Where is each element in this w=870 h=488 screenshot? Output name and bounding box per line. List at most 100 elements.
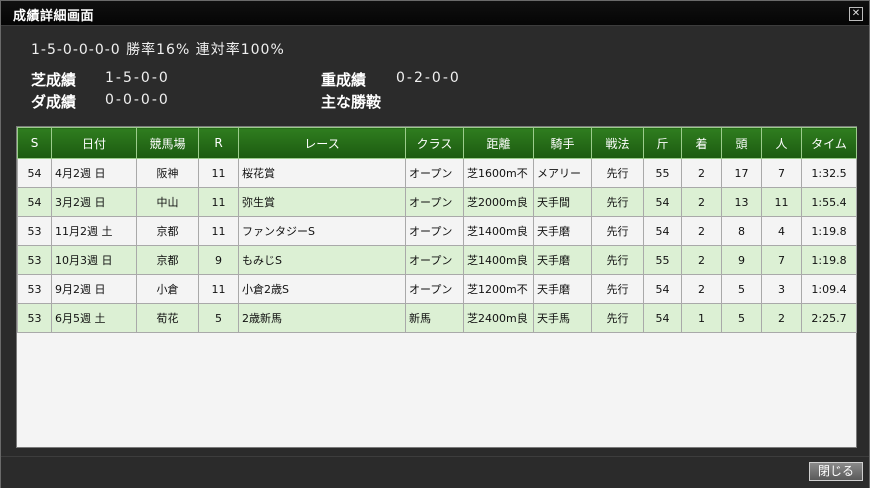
table-cell: 11 (198, 274, 239, 304)
table-cell: 11 (198, 216, 239, 246)
table-cell: 6月5週 土 (51, 303, 137, 333)
table-cell: 9月2週 日 (51, 274, 137, 304)
heavy-record-label: 重成績 (321, 71, 367, 89)
table-cell: 小倉 (136, 274, 199, 304)
table-row[interactable]: 54 3月2週 日中山 11 弥生賞 オープン 芝2000m良 天手間 先行 54 2 13 11 1:… (17, 187, 857, 217)
column-header[interactable]: 着 (681, 127, 722, 159)
table-cell: 13 (721, 187, 762, 217)
table-cell: 天手磨 (533, 274, 592, 304)
table-cell: 芝2000m良 (463, 187, 534, 217)
table-cell: 2 (681, 216, 722, 246)
column-header[interactable]: 騎手 (533, 127, 592, 159)
table-header-row: S 日付 競馬場 R レース クラス 距離 騎手 戦法斤着頭人タイム (17, 127, 857, 159)
table-cell: 1:55.4 (801, 187, 857, 217)
column-header[interactable]: タイム (801, 127, 857, 159)
table-cell: 弥生賞 (238, 187, 406, 217)
table-cell: 2歳新馬 (238, 303, 406, 333)
table-cell: 54 (643, 274, 682, 304)
column-header[interactable]: 人 (761, 127, 802, 159)
table-cell: 17 (721, 158, 762, 188)
table-cell: 55 (643, 245, 682, 275)
table-cell: 53 (17, 274, 52, 304)
results-table-container: S 日付 競馬場 R レース クラス 距離 騎手 戦法斤着頭人タイム 54 4月2週 日阪神 11 桜… (16, 126, 857, 448)
table-cell: 5 (198, 303, 239, 333)
table-cell: 53 (17, 245, 52, 275)
table-cell: 京都 (136, 216, 199, 246)
table-cell: 先行 (591, 274, 644, 304)
table-cell: 5 (721, 303, 762, 333)
table-cell: 8 (721, 216, 762, 246)
table-cell: 11月2週 土 (51, 216, 137, 246)
table-cell: オープン (405, 187, 464, 217)
table-cell: 新馬 (405, 303, 464, 333)
table-row[interactable]: 53 9月2週 日小倉 11 小倉2歳S オープン 芝1200m不 天手磨 先行 54 2 5 3 1:… (17, 274, 857, 304)
table-cell: 54 (17, 158, 52, 188)
table-cell: 54 (17, 187, 52, 217)
table-cell: オープン (405, 216, 464, 246)
table-cell: 天手磨 (533, 245, 592, 275)
table-cell: 2:25.7 (801, 303, 857, 333)
table-cell: 3月2週 日 (51, 187, 137, 217)
table-cell: 4月2週 日 (51, 158, 137, 188)
table-cell: オープン (405, 158, 464, 188)
table-cell: 芝1400m良 (463, 216, 534, 246)
window-title: 成績詳細画面 (13, 9, 95, 24)
table-cell: 先行 (591, 245, 644, 275)
dirt-record-value: 0-0-0-0 (105, 92, 170, 108)
column-header[interactable]: S (17, 127, 52, 159)
title-bar: 成績詳細画面 ✕ (1, 1, 869, 26)
table-cell: 7 (761, 245, 802, 275)
table-cell: 先行 (591, 158, 644, 188)
table-row[interactable]: 53 10月3週 日京都 9 もみじS オープン 芝1400m良 天手磨 先行 55 2 9 7 1:1… (17, 245, 857, 275)
table-cell: 55 (643, 158, 682, 188)
table-cell: 芝2400m良 (463, 303, 534, 333)
table-cell: 芝1600m不 (463, 158, 534, 188)
table-cell: 7 (761, 158, 802, 188)
table-cell: 中山 (136, 187, 199, 217)
table-cell: 4 (761, 216, 802, 246)
column-header[interactable]: 戦法 (591, 127, 644, 159)
close-button[interactable]: 閉じる (809, 462, 863, 481)
table-cell: 11 (198, 158, 239, 188)
table-cell: 1:19.8 (801, 216, 857, 246)
column-header[interactable]: 競馬場 (136, 127, 199, 159)
table-cell: 1:19.8 (801, 245, 857, 275)
table-body: 54 4月2週 日阪神 11 桜花賞 オープン 芝1600m不 メアリー 先行 55 2 17 7 1:… (17, 158, 857, 333)
table-cell: 先行 (591, 187, 644, 217)
table-cell: 54 (643, 187, 682, 217)
table-row[interactable]: 53 11月2週 土京都 11 ファンタジーS オープン 芝1400m良 天手磨 先行 54 2 8… (17, 216, 857, 246)
close-icon[interactable]: ✕ (849, 7, 863, 21)
main-wins-label: 主な勝鞍 (321, 93, 382, 111)
table-cell: 1:32.5 (801, 158, 857, 188)
table-row[interactable]: 54 4月2週 日阪神 11 桜花賞 オープン 芝1600m不 メアリー 先行 55 2 17 7 1:… (17, 158, 857, 188)
table-cell: 5 (721, 274, 762, 304)
table-cell: 53 (17, 216, 52, 246)
table-cell: 11 (198, 187, 239, 217)
table-cell: 先行 (591, 303, 644, 333)
results-detail-window: 成績詳細画面 ✕ 1-5-0-0-0-0 勝率16% 連対率100% 芝成績 1… (0, 0, 870, 488)
column-header[interactable]: 日付 (51, 127, 137, 159)
table-cell: オープン (405, 245, 464, 275)
column-header[interactable]: クラス (405, 127, 464, 159)
column-header[interactable]: R (198, 127, 239, 159)
column-header[interactable]: 斤 (643, 127, 682, 159)
table-row[interactable]: 53 6月5週 土荀花 5 2歳新馬 新馬 芝2400m良 天手馬 先行 54 1 5 2 2:25.7 (17, 303, 857, 333)
table-cell: 9 (198, 245, 239, 275)
table-cell: オープン (405, 274, 464, 304)
dirt-record-label: ダ成績 (31, 93, 77, 111)
table-cell: 天手磨 (533, 216, 592, 246)
table-cell: 2 (681, 187, 722, 217)
table-cell: 阪神 (136, 158, 199, 188)
table-cell: 小倉2歳S (238, 274, 406, 304)
table-cell: 荀花 (136, 303, 199, 333)
column-header[interactable]: レース (238, 127, 406, 159)
footer-bar: 閉じる (1, 456, 869, 488)
table-cell: 9 (721, 245, 762, 275)
column-header[interactable]: 頭 (721, 127, 762, 159)
table-cell: 11 (761, 187, 802, 217)
heavy-record-value: 0-2-0-0 (396, 70, 461, 86)
table-cell: 54 (643, 303, 682, 333)
table-cell: 芝1200m不 (463, 274, 534, 304)
column-header[interactable]: 距離 (463, 127, 534, 159)
table-cell: メアリー (533, 158, 592, 188)
